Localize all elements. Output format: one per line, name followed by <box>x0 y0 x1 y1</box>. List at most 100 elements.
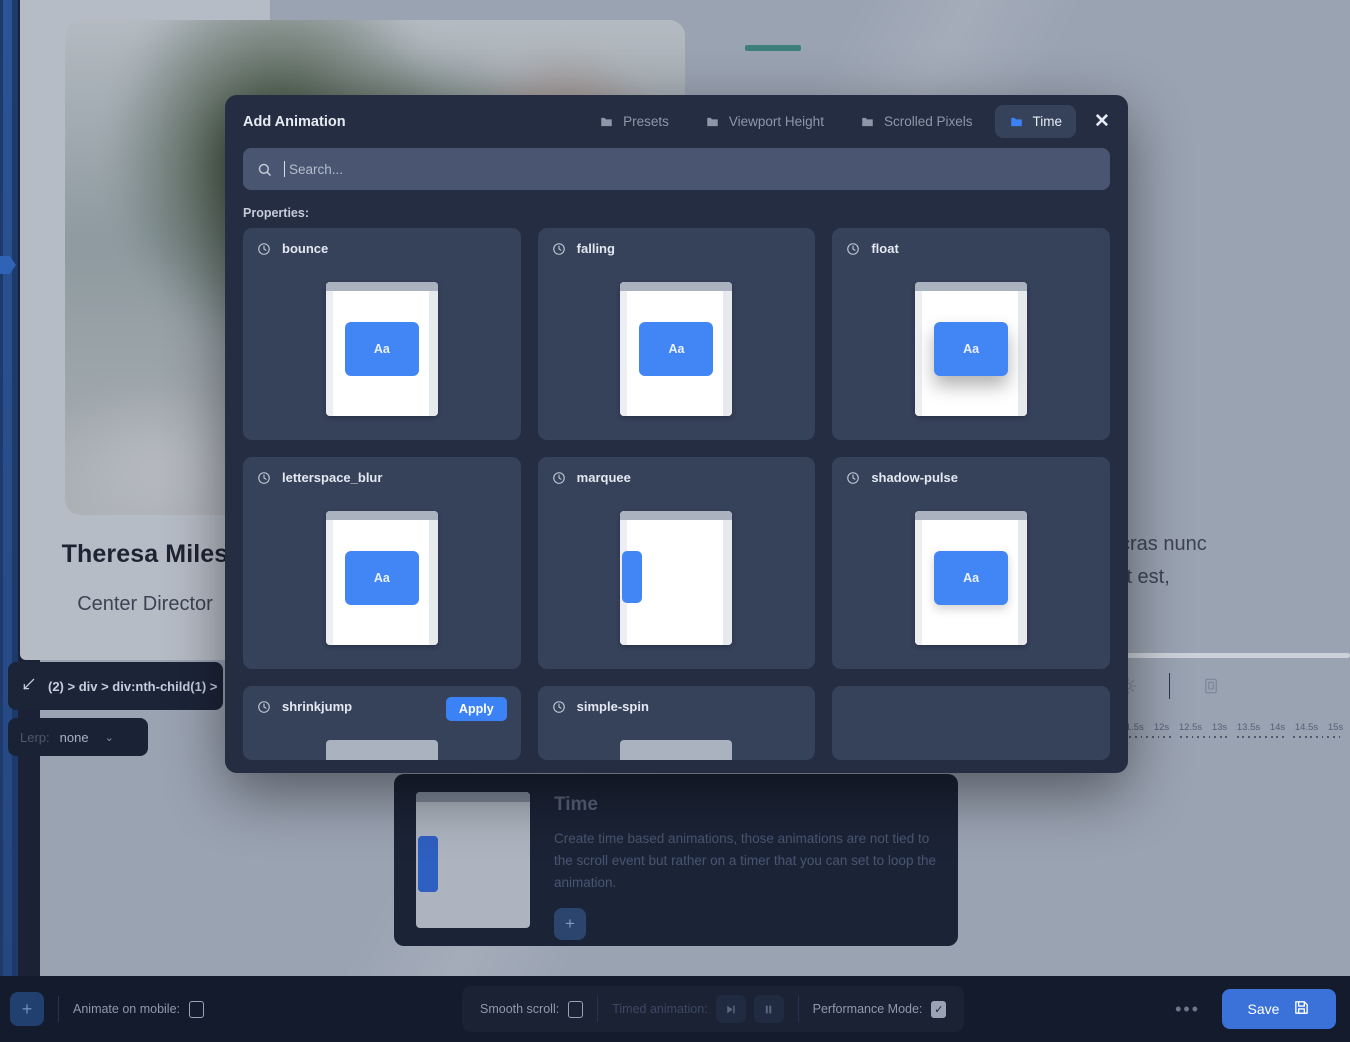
element-selector[interactable]: (2) > div > div:nth-child(1) > <box>8 662 223 710</box>
preview-sheet-shade-left <box>326 291 333 416</box>
animation-card[interactable]: simple-spin <box>538 686 816 760</box>
timeline-tick <box>1152 736 1154 738</box>
animation-card-name: bounce <box>282 241 328 256</box>
timeline-tick <box>1271 736 1273 738</box>
clock-icon <box>257 700 271 714</box>
animation-card-grid-row3: shrinkjumpApply simple-spin <box>225 686 1128 760</box>
clock-icon <box>552 700 566 714</box>
tab-label: Scrolled Pixels <box>884 114 973 129</box>
animation-card-header: bounce <box>257 241 507 256</box>
add-animation-button[interactable]: + <box>10 992 44 1026</box>
animation-card[interactable]: shadow-pulseAa <box>832 457 1110 669</box>
search-input[interactable]: Search... <box>243 148 1110 190</box>
preview-sheet <box>620 511 732 645</box>
animation-card[interactable]: falling Aa <box>538 228 816 440</box>
timeline-ruler[interactable]: 11.5s12s12.5s13s13.5s14s14.5s15s <box>1118 722 1350 748</box>
animation-card[interactable]: bounce Aa <box>243 228 521 440</box>
add-animation-modal: Add Animation PresetsViewport HeightScro… <box>225 95 1128 773</box>
animation-card-header: falling <box>552 241 802 256</box>
time-panel-description: Create time based animations, those anim… <box>554 828 936 894</box>
timeline-tick <box>1276 736 1278 738</box>
time-thumbnail-blue-bar <box>418 836 438 892</box>
animation-card-header: float <box>846 241 1096 256</box>
animation-card[interactable]: shrinkjumpApply <box>243 686 521 760</box>
animation-card[interactable]: float Aa <box>832 228 1110 440</box>
clock-icon <box>552 242 566 256</box>
properties-label: Properties: <box>225 190 1128 228</box>
animation-preview <box>326 740 438 760</box>
animate-on-mobile-checkbox[interactable] <box>189 1001 204 1018</box>
apply-button[interactable]: Apply <box>446 697 507 721</box>
timeline-tick <box>1175 736 1177 738</box>
timeline-tick <box>1333 736 1335 738</box>
animation-card-name: letterspace_blur <box>282 470 382 485</box>
skip-end-icon[interactable] <box>716 995 746 1023</box>
timeline-tick <box>1305 736 1307 738</box>
time-panel-add-button[interactable]: + <box>554 908 586 940</box>
animation-card-empty <box>832 686 1110 760</box>
timeline-tick <box>1327 736 1329 738</box>
teal-accent-bar <box>745 45 801 51</box>
timeline-tick <box>1203 736 1205 738</box>
floppy-disk-icon <box>1293 999 1310 1019</box>
performance-mode-checkbox[interactable]: ✓ <box>931 1001 946 1018</box>
animation-card[interactable]: letterspace_blur Aa <box>243 457 521 669</box>
modal-header: Add Animation PresetsViewport HeightScro… <box>225 95 1128 148</box>
timeline-tick-label: 15s <box>1321 722 1350 733</box>
left-scroll-rail-handle[interactable] <box>0 256 16 274</box>
preview-sheet: Aa <box>326 511 438 645</box>
timeline-tick-label: 12.5s <box>1176 722 1205 733</box>
preview-glyph-box: Aa <box>934 322 1008 376</box>
timeline-tick <box>1186 736 1188 738</box>
bottom-toolbar: + Animate on mobile: Smooth scroll: Time… <box>0 976 1350 1042</box>
time-thumbnail <box>416 792 530 928</box>
preview-sheet: Aa <box>915 511 1027 645</box>
timeline-tick <box>1339 736 1341 738</box>
clock-icon <box>552 471 566 485</box>
tab-time[interactable]: Time <box>995 105 1077 138</box>
timeline-tick <box>1180 736 1182 738</box>
timeline-tick <box>1214 736 1216 738</box>
tab-scrolled-pixels[interactable]: Scrolled Pixels <box>846 105 987 138</box>
folder-icon <box>1009 115 1024 129</box>
timeline-tick <box>1192 736 1194 738</box>
animation-preview: Aa <box>915 511 1027 645</box>
device-preview-icon[interactable] <box>1196 671 1226 701</box>
time-thumbnail-topbar <box>416 792 530 802</box>
lerp-control[interactable]: Lerp: none ⌄ <box>8 718 148 756</box>
animation-card[interactable]: marquee <box>538 457 816 669</box>
save-button[interactable]: Save <box>1222 989 1336 1029</box>
preview-sheet-shade-right <box>429 291 438 416</box>
timeline-tick <box>1237 736 1239 738</box>
tab-presets[interactable]: Presets <box>585 105 683 138</box>
left-scroll-rail[interactable] <box>0 0 18 1042</box>
more-options-button[interactable]: ••• <box>1175 999 1200 1020</box>
timeline-tick <box>1282 736 1284 738</box>
preview-sheet-topbar <box>915 511 1027 520</box>
timeline-tick <box>1169 736 1171 738</box>
folder-icon <box>860 115 875 129</box>
preview-sheet-topbar <box>326 282 438 291</box>
tab-viewport-height[interactable]: Viewport Height <box>691 105 838 138</box>
animation-preview: Aa <box>620 282 732 416</box>
timeline-tick-label: 13s <box>1205 722 1234 733</box>
chevron-down-icon[interactable]: ⌄ <box>105 731 114 744</box>
preview-sheet-shade-right <box>1018 291 1027 416</box>
pause-icon[interactable] <box>754 995 784 1023</box>
smooth-scroll-checkbox[interactable] <box>568 1001 583 1018</box>
clock-icon <box>257 242 271 256</box>
preview-sheet-topbar <box>326 511 438 520</box>
animation-card-name: simple-spin <box>577 699 649 714</box>
animate-on-mobile-label: Animate on mobile: <box>73 1002 180 1016</box>
folder-icon <box>705 115 720 129</box>
animation-card-name: marquee <box>577 470 631 485</box>
preview-sheet-shade-left <box>915 291 922 416</box>
search-icon <box>257 162 272 177</box>
preview-sheet-topbar <box>620 282 732 291</box>
preview-sheet: Aa <box>326 282 438 416</box>
timeline-ruler-ticks <box>1118 736 1350 738</box>
animation-preview: Aa <box>326 511 438 645</box>
preview-glyph-box: Aa <box>345 322 419 376</box>
close-icon[interactable]: ✕ <box>1090 110 1114 134</box>
timeline-tick <box>1322 736 1324 738</box>
